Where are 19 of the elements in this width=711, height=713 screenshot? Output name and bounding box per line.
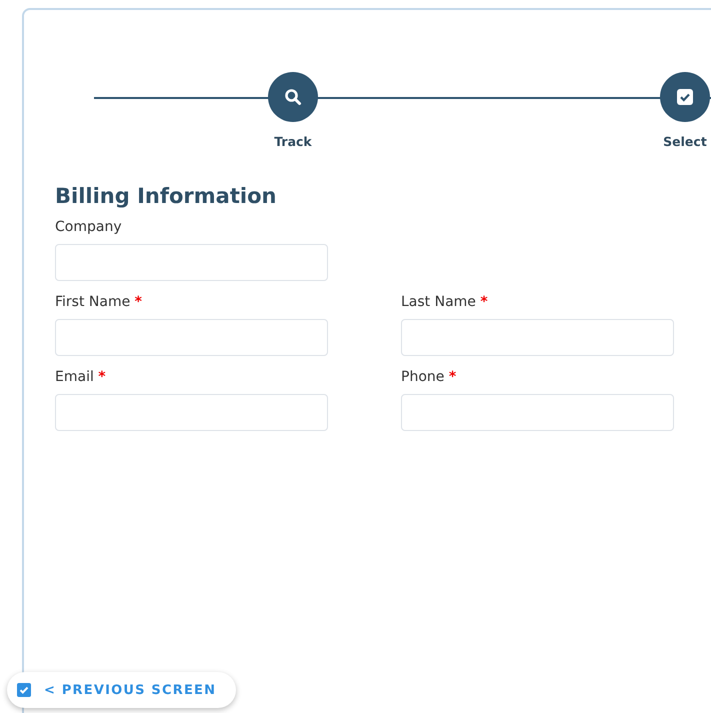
- input-field[interactable]: [401, 319, 674, 356]
- input-field[interactable]: [401, 394, 674, 431]
- required-mark: *: [480, 294, 488, 310]
- field-label: Phone: [401, 369, 446, 385]
- checkbox-icon[interactable]: [17, 683, 31, 697]
- required-mark: *: [448, 369, 456, 385]
- section-title: Billing Information: [55, 184, 278, 208]
- input-field[interactable]: [55, 319, 328, 356]
- field-label: First Name: [55, 294, 132, 310]
- required-mark: *: [98, 369, 106, 385]
- field-label: Company: [55, 219, 122, 235]
- field-label: Last Name: [401, 294, 477, 310]
- field-label: Email: [55, 369, 95, 385]
- input-field[interactable]: [55, 394, 328, 431]
- step-label: Select: [663, 134, 707, 149]
- required-mark: *: [134, 294, 142, 310]
- input-field[interactable]: [55, 244, 328, 281]
- previous-screen-button[interactable]: < PREVIOUS SCREEN: [7, 672, 236, 708]
- step-label: Track: [274, 134, 312, 149]
